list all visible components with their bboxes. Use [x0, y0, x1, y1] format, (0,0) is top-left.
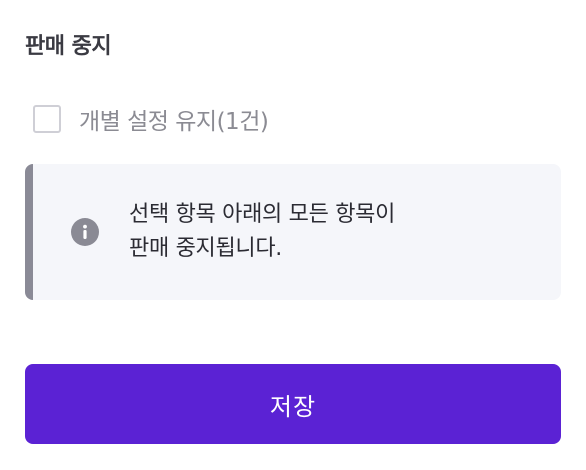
notice-line-2: 판매 중지됩니다.	[129, 236, 282, 261]
notice-text: 선택 항목 아래의 모든 항목이 판매 중지됩니다.	[129, 198, 395, 266]
save-button[interactable]: 저장	[25, 364, 561, 444]
checkbox-label: 개별 설정 유지(1건)	[79, 109, 269, 135]
info-notice: 선택 항목 아래의 모든 항목이 판매 중지됩니다.	[25, 164, 561, 300]
keep-individual-settings-checkbox[interactable]: 개별 설정 유지(1건)	[33, 102, 269, 136]
section-title: 판매 중지	[25, 34, 112, 59]
checkbox-box[interactable]	[33, 105, 61, 133]
info-icon	[71, 218, 99, 246]
notice-accent-bar	[25, 164, 33, 300]
notice-line-1: 선택 항목 아래의 모든 항목이	[129, 202, 396, 227]
